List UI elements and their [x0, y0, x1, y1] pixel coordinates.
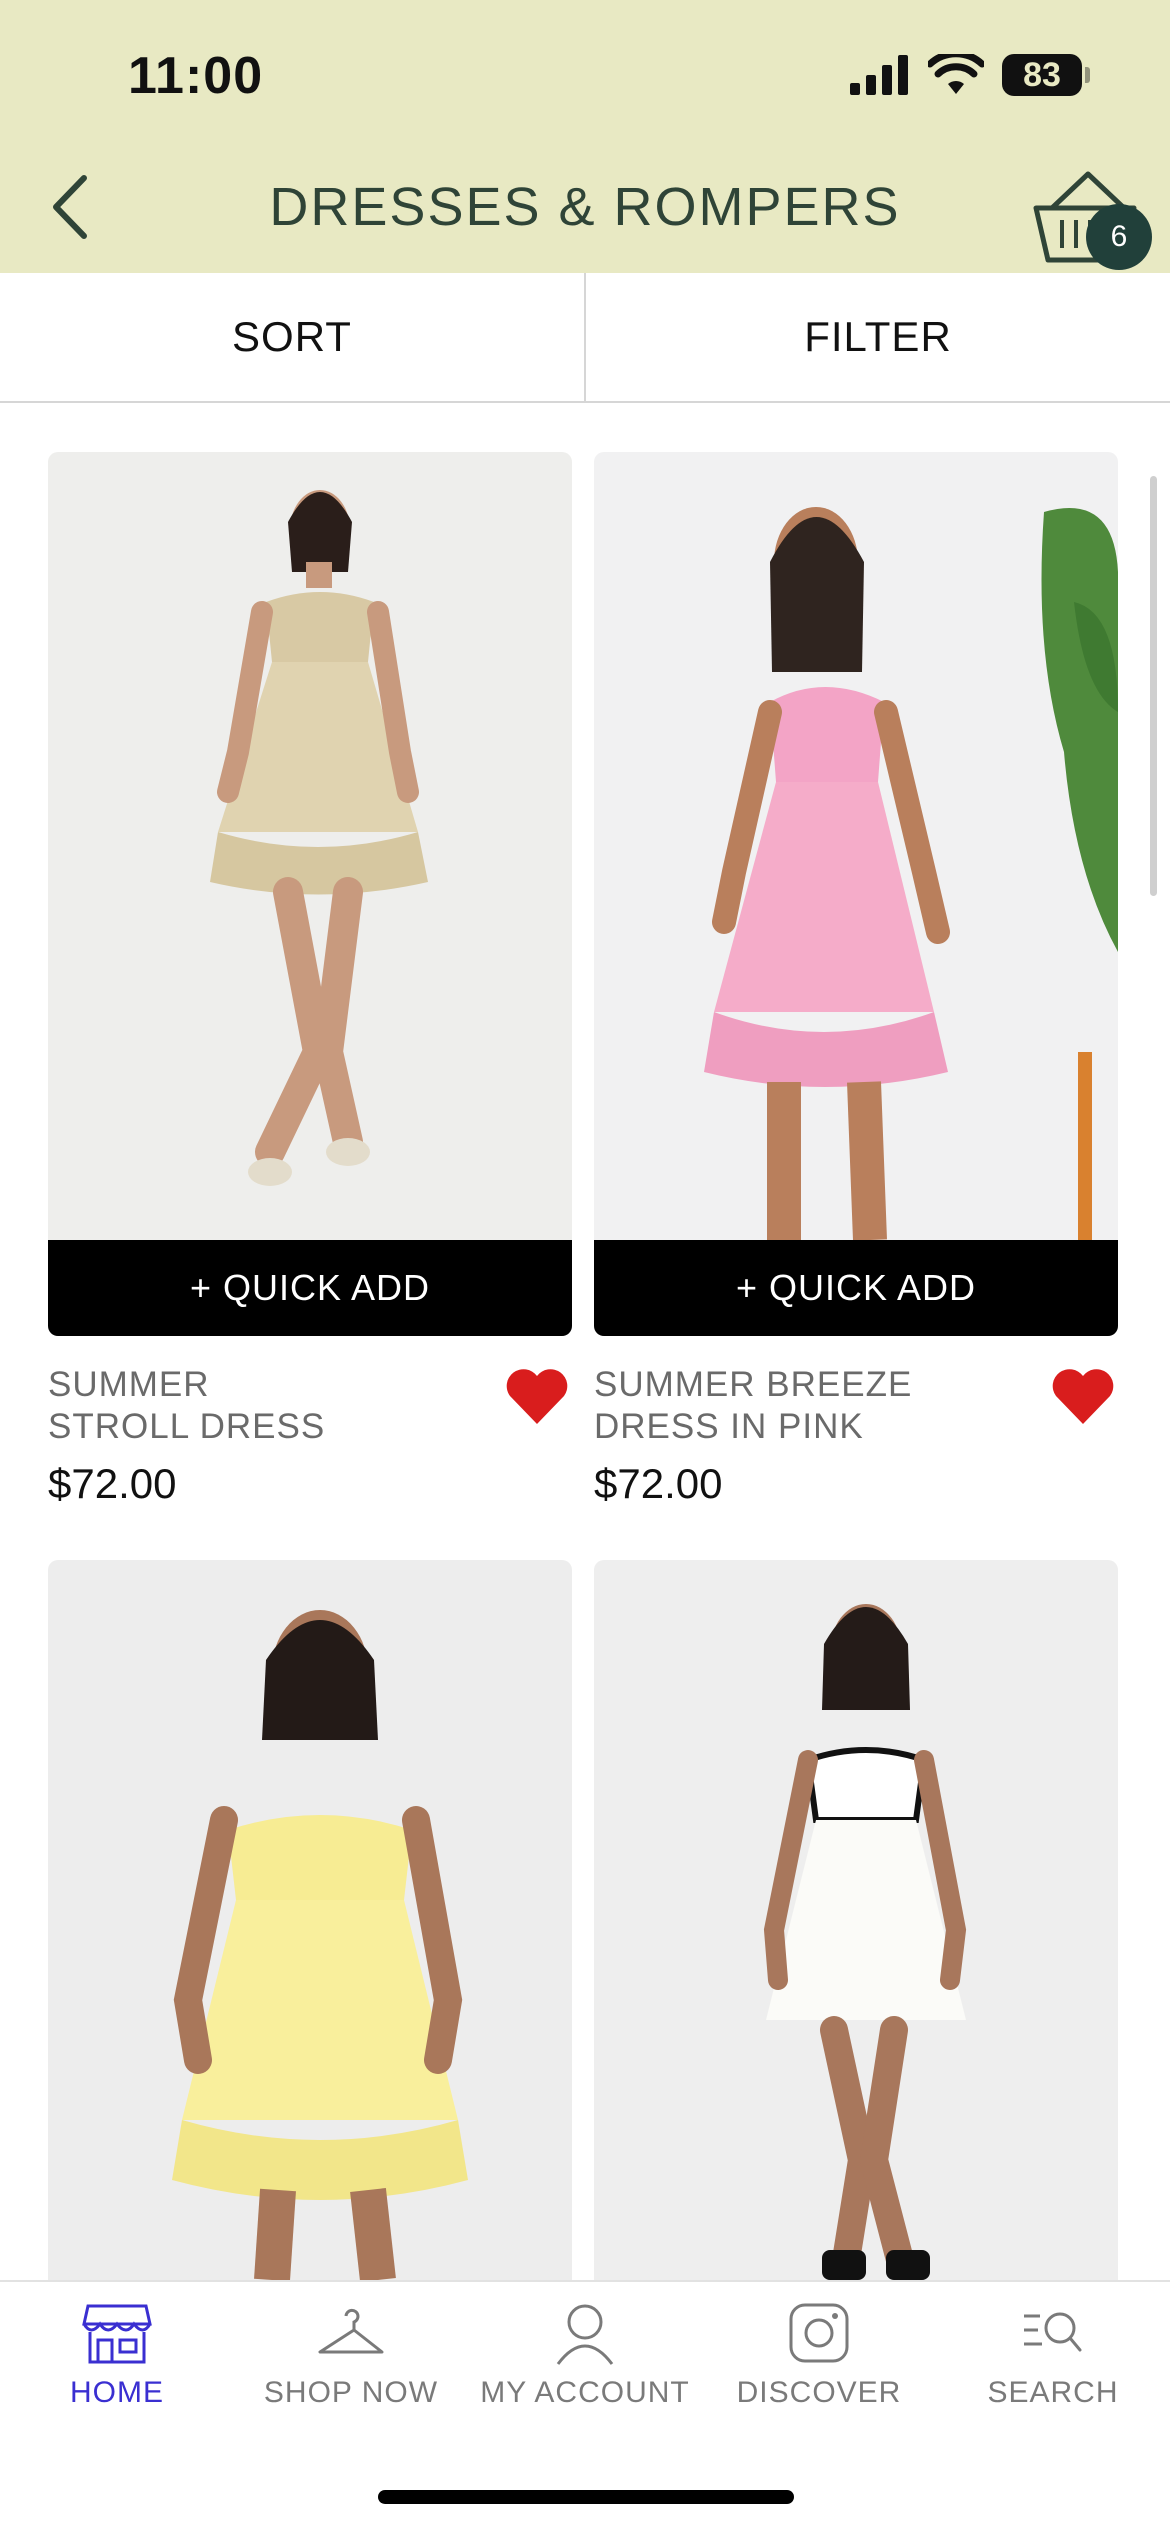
product-name-line: STROLL DRESS: [48, 1407, 326, 1446]
top-header: 11:00 83 DRESSES & ROMPERS 6: [0, 0, 1170, 273]
cellular-signal-icon: [850, 55, 908, 95]
product-price: $72.00: [594, 1460, 723, 1507]
wifi-icon: [928, 54, 984, 94]
quick-add-button[interactable]: + QUICK ADD: [48, 1240, 572, 1336]
nav-shop-now[interactable]: SHOP NOW: [234, 2302, 468, 2442]
model-illustration: [704, 507, 1118, 1240]
hanger-icon: [318, 2308, 384, 2354]
nav-my-account[interactable]: MY ACCOUNT: [468, 2302, 702, 2442]
nav-home[interactable]: HOME: [0, 2302, 234, 2442]
model-illustration: [210, 490, 428, 1186]
nav-discover-label: DISCOVER: [736, 2376, 902, 2409]
product-image[interactable]: [48, 1560, 572, 2280]
product-name-line: DRESS IN PINK: [594, 1407, 864, 1446]
battery-indicator: 83: [1002, 54, 1090, 96]
nav-search[interactable]: SEARCH: [936, 2302, 1170, 2442]
nav-discover[interactable]: DISCOVER: [702, 2302, 936, 2442]
cart-count-badge: 6: [1086, 204, 1152, 270]
product-card[interactable]: [594, 1560, 1118, 2280]
nav-shop-now-label: SHOP NOW: [263, 2376, 439, 2409]
nav-home-label: HOME: [70, 2376, 164, 2409]
model-illustration: [763, 1604, 967, 2280]
product-name[interactable]: SUMMER STROLL DRESS: [48, 1364, 478, 1448]
product-name-line: SUMMER BREEZE: [594, 1365, 913, 1404]
battery-level: 83: [1023, 55, 1061, 94]
product-image[interactable]: [48, 452, 572, 1240]
favorite-heart-icon[interactable]: [504, 1366, 570, 1426]
product-image[interactable]: [594, 452, 1118, 1240]
product-name[interactable]: SUMMER BREEZE DRESS IN PINK: [594, 1364, 1024, 1448]
nav-my-account-label: MY ACCOUNT: [480, 2376, 690, 2409]
user-icon: [556, 2304, 614, 2365]
scrollbar[interactable]: [1150, 476, 1157, 896]
sort-filter-bar: SORT FILTER: [0, 273, 1170, 403]
quick-add-button[interactable]: + QUICK ADD: [594, 1240, 1118, 1336]
product-price: $72.00: [48, 1460, 177, 1507]
product-name-line: SUMMER: [48, 1365, 210, 1404]
favorite-heart-icon[interactable]: [1050, 1366, 1116, 1426]
filter-button[interactable]: FILTER: [586, 273, 1170, 401]
search-list-icon: [1024, 2312, 1082, 2352]
storefront-icon: [82, 2304, 152, 2364]
product-card[interactable]: + QUICK ADD SUMMER BREEZE DRESS IN PINK …: [594, 452, 1118, 1512]
product-card[interactable]: + QUICK ADD SUMMER STROLL DRESS $72.00: [48, 452, 572, 1512]
product-card[interactable]: [48, 1560, 572, 2280]
sort-button[interactable]: SORT: [0, 273, 586, 401]
model-illustration: [172, 1610, 468, 2280]
page-title: DRESSES & ROMPERS: [269, 177, 901, 237]
status-time: 11:00: [128, 47, 264, 105]
home-indicator[interactable]: [378, 2490, 794, 2504]
instagram-icon: [789, 2303, 849, 2363]
status-icons: 83: [850, 50, 1090, 100]
product-image[interactable]: [594, 1560, 1118, 2280]
nav-search-label: SEARCH: [987, 2376, 1119, 2409]
